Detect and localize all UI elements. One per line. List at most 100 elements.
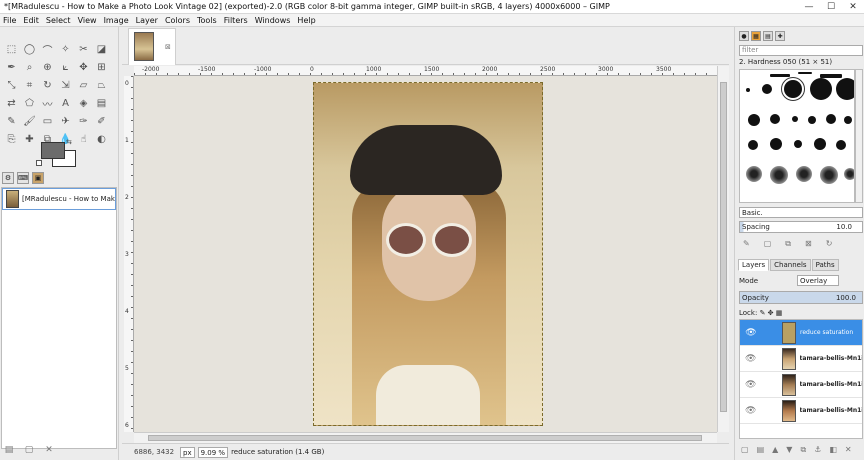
pencil-icon[interactable]: ✎ [3,113,20,129]
vertical-scroll-thumb[interactable] [720,82,727,412]
delete-brush-icon[interactable]: ⊠ [805,239,812,249]
tab-channels[interactable]: Channels [770,259,811,271]
brush-preview[interactable] [794,140,802,148]
brush-preview[interactable] [770,114,780,124]
menu-image[interactable]: Image [104,16,129,25]
menu-view[interactable]: View [78,16,97,25]
brush-grid[interactable] [739,69,855,203]
canvas-vertical-scrollbar[interactable] [717,66,729,432]
brush-preview[interactable] [746,166,762,182]
foreground-select-icon[interactable]: ◪ [93,41,110,57]
new-brush-icon[interactable]: ▢ [764,239,772,249]
scissors-icon[interactable]: ✂ [75,41,92,57]
free-select-icon[interactable]: ⌒ [39,41,56,57]
eraser-icon[interactable]: ▭ [39,113,56,129]
patterns-tab-icon[interactable]: ▦ [751,31,761,41]
layer-mode-select[interactable]: Overlay [797,275,839,286]
brush-preview[interactable] [844,168,854,180]
mypaint-brush-icon[interactable]: ✐ [93,113,110,129]
images-tab-icon[interactable]: ▣ [32,172,44,184]
gradients-tab-icon[interactable]: ▤ [763,31,773,41]
brush-preview[interactable] [748,114,760,126]
brush-preview[interactable] [792,116,798,122]
reset-colors-icon[interactable] [36,160,42,166]
color-picker-icon[interactable]: ⌕ [21,59,38,75]
lock-pixels-icon[interactable]: ✎ [760,309,766,317]
brush-preset-select[interactable]: Basic. [739,207,863,218]
brush-preview[interactable] [746,88,750,92]
unit-select[interactable]: px [180,446,195,458]
brush-preview[interactable] [810,78,832,100]
vertical-ruler[interactable]: 0 1 2 3 4 5 6 [124,76,134,432]
brush-filter-input[interactable]: filter [739,45,863,56]
align-icon[interactable]: ⊞ [93,59,110,75]
airbrush-icon[interactable]: ✈ [57,113,74,129]
cage-icon[interactable]: ⬠ [21,95,38,111]
close-button[interactable]: ✕ [842,0,864,14]
image-canvas[interactable] [134,76,717,432]
menu-tools[interactable]: Tools [197,16,217,25]
new-display-icon[interactable]: ▢ [23,445,35,455]
paths-icon[interactable]: ✒ [3,59,20,75]
zoom-select[interactable]: 9.09 % [197,446,229,458]
brush-preview[interactable] [770,166,788,184]
shear-icon[interactable]: ▱ [75,77,92,93]
menu-windows[interactable]: Windows [255,16,291,25]
layer-mask-icon[interactable]: ◧ [829,445,837,455]
brush-preview[interactable] [798,72,812,74]
canvas-horizontal-scrollbar[interactable] [134,432,717,443]
layer-row[interactable]: 👁 tamara-bellis-Mn1i [740,398,862,424]
menu-colors[interactable]: Colors [165,16,190,25]
tool-options-tab-icon[interactable]: ⚙ [2,172,14,184]
brush-preview[interactable] [820,166,838,184]
lower-layer-icon[interactable]: ▼ [786,445,792,455]
anchor-layer-icon[interactable]: ⚓ [814,445,821,455]
visibility-eye-icon[interactable]: 👁 [740,406,762,416]
rotate-icon[interactable]: ↻ [39,77,56,93]
foreground-color-swatch[interactable] [41,142,65,159]
brush-preview[interactable] [762,84,772,94]
new-layer-group-icon[interactable]: ▤ [757,445,765,455]
scale-icon[interactable]: ⇲ [57,77,74,93]
visibility-eye-icon[interactable]: 👁 [740,354,762,364]
layer-opacity-slider[interactable]: Opacity 100.0 [739,291,863,304]
menu-file[interactable]: File [3,16,16,25]
layer-row[interactable]: 👁 tamara-bellis-Mn1i [740,372,862,398]
ink-icon[interactable]: ✑ [75,113,92,129]
brush-preview[interactable] [770,138,782,150]
heal-icon[interactable]: ✚ [21,131,38,147]
layer-row[interactable]: 👁 tamara-bellis-Mn1i [740,346,862,372]
clone-icon[interactable]: ⎘ [3,131,20,147]
horizontal-ruler[interactable]: -2000 -1500 -1000 0 1000 1500 2000 2500 3000 3500 [134,66,717,76]
device-status-tab-icon[interactable]: ⌨ [17,172,29,184]
brush-preview[interactable] [836,78,854,100]
brush-grid-scrollbar[interactable] [855,69,863,203]
paintbrush-icon[interactable]: 🖌 [21,113,38,129]
brush-preview[interactable] [814,138,826,150]
close-tab-icon[interactable]: ⊠ [165,43,171,51]
brush-preview[interactable] [781,77,805,101]
delete-layer-icon[interactable]: ✕ [845,445,852,455]
ellipse-select-icon[interactable]: ◯ [21,41,38,57]
lock-alpha-icon[interactable]: ▦ [776,309,783,317]
brush-spacing-slider[interactable]: Spacing 10.0 [739,221,863,233]
crop-icon[interactable]: ⌗ [21,77,38,93]
raise-layer-icon[interactable]: ▲ [772,445,778,455]
duplicate-layer-icon[interactable]: ⧉ [800,445,806,455]
perspective-icon[interactable]: ⏢ [93,77,110,93]
layer-row[interactable]: 👁 reduce saturation [740,320,862,346]
tab-paths[interactable]: Paths [811,259,839,271]
raise-view-icon[interactable]: ▤ [3,445,15,455]
fuzzy-select-icon[interactable]: ✧ [57,41,74,57]
menu-edit[interactable]: Edit [23,16,39,25]
flip-icon[interactable]: ⇄ [3,95,20,111]
brush-preview[interactable] [844,116,852,124]
visibility-eye-icon[interactable]: 👁 [740,328,762,338]
maximize-button[interactable]: ☐ [820,0,842,14]
visibility-eye-icon[interactable]: 👁 [740,380,762,390]
bucket-fill-icon[interactable]: ◈ [75,95,92,111]
rect-select-icon[interactable]: ⬚ [3,41,20,57]
lock-position-icon[interactable]: ✥ [768,309,774,317]
duplicate-brush-icon[interactable]: ⧉ [785,239,791,249]
delete-image-icon[interactable]: ✕ [43,445,55,455]
